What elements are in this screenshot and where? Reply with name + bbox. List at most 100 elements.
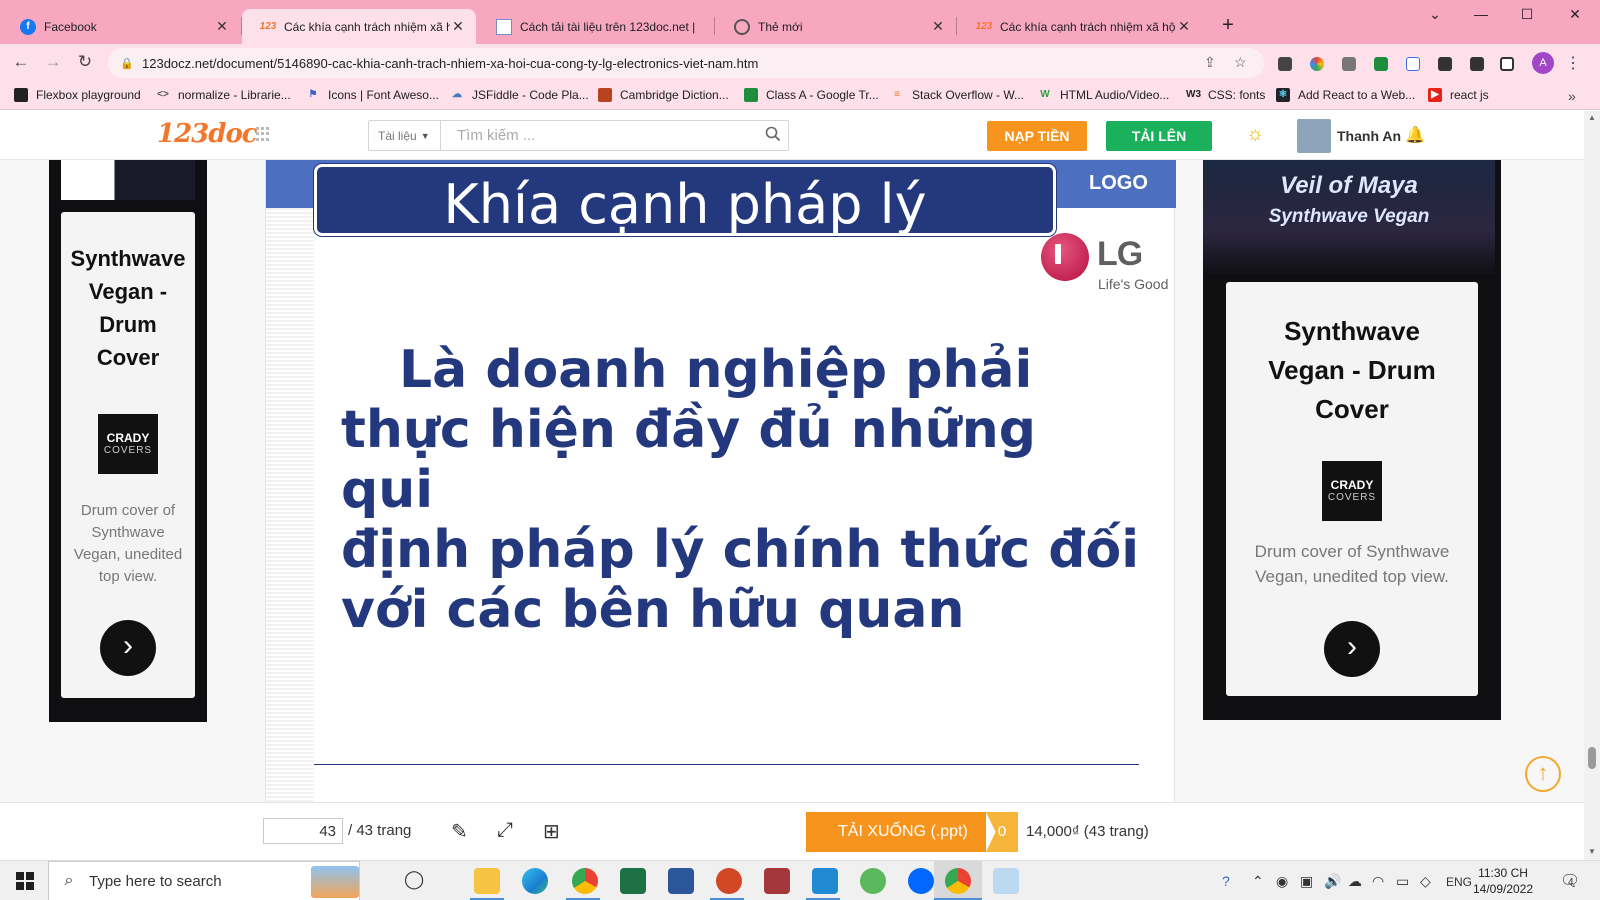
site-logo[interactable]: 123doc xyxy=(157,119,258,149)
url-text[interactable]: 123docz.net/document/5146890-cac-khia-ca… xyxy=(142,56,758,71)
sheets-extension-icon[interactable] xyxy=(1374,57,1388,71)
windows-start-icon[interactable] xyxy=(16,872,34,890)
bell-icon[interactable]: 🔔 xyxy=(1405,125,1425,145)
search-input[interactable] xyxy=(441,121,758,150)
volume-icon[interactable]: 🔊 xyxy=(1324,873,1341,890)
camera-extension-icon[interactable] xyxy=(1342,57,1356,71)
app-green-icon[interactable] xyxy=(860,868,886,894)
chrome-menu-icon[interactable]: ⋮ xyxy=(1565,53,1581,73)
taskbar-clock[interactable]: 11:30 CH 14/09/2022 xyxy=(1472,865,1534,897)
close-tab-icon[interactable]: ✕ xyxy=(1176,18,1192,35)
ad-description: Drum cover of Synthwave Vegan, unedited … xyxy=(73,502,183,585)
wifi-icon[interactable]: ◠ xyxy=(1372,873,1384,890)
tab-search-icon[interactable]: ⌄ xyxy=(1412,6,1458,26)
top-up-button[interactable]: NẠP TIỀN xyxy=(987,121,1087,151)
bookmark-font-awesome[interactable]: ⚑ Icons | Font Aweso... xyxy=(306,88,439,102)
access-icon[interactable] xyxy=(764,868,790,894)
bookmark-label: HTML Audio/Video... xyxy=(1060,88,1170,102)
dropbox-icon[interactable]: ◇ xyxy=(1420,873,1431,890)
excel-icon[interactable] xyxy=(620,868,646,894)
bookmark-jsfiddle[interactable]: ☁ JSFiddle - Code Pla... xyxy=(450,88,589,102)
close-tab-icon[interactable]: ✕ xyxy=(450,18,466,35)
avatar[interactable] xyxy=(1297,119,1331,153)
share-icon[interactable]: ⇪ xyxy=(1204,54,1216,71)
record-icon[interactable]: ◉ xyxy=(1276,873,1288,890)
battery-icon[interactable]: ▭ xyxy=(1396,873,1409,890)
add-collection-icon[interactable]: ⊞ xyxy=(543,819,560,844)
chrome-icon[interactable] xyxy=(572,868,598,894)
close-tab-icon[interactable]: ✕ xyxy=(930,18,946,35)
color-picker-extension-icon[interactable] xyxy=(1310,57,1324,71)
maximize-button[interactable]: ☐ xyxy=(1504,6,1550,26)
word-icon[interactable] xyxy=(668,868,694,894)
category-dropdown[interactable]: Tài liệu ▼ xyxy=(369,121,441,150)
bookmarks-overflow-icon[interactable]: » xyxy=(1568,88,1576,104)
chevron-right-icon[interactable]: › xyxy=(1324,621,1380,677)
edge-icon[interactable] xyxy=(522,868,548,894)
onedrive-icon[interactable]: ☁ xyxy=(1348,873,1362,890)
notification-center-icon[interactable]: 🗨 4 xyxy=(1560,871,1580,891)
notepad-icon[interactable] xyxy=(993,868,1019,894)
input-language[interactable]: ENG xyxy=(1446,875,1472,889)
minimize-button[interactable]: — xyxy=(1458,6,1504,26)
bookmark-react-js[interactable]: ▶ react js xyxy=(1428,88,1489,102)
scroll-to-top-button[interactable]: ↑ xyxy=(1525,756,1561,792)
page-number-input[interactable] xyxy=(263,818,343,844)
scroll-thumb[interactable] xyxy=(1588,747,1596,769)
ad-card[interactable]: Synthwave Vegan - Drum Cover CRADY COVER… xyxy=(1226,282,1478,696)
left-ad[interactable]: Synthwave Vegan - Drum Cover CRADY COVER… xyxy=(49,160,207,722)
back-button[interactable]: ← xyxy=(10,52,32,72)
profile-avatar[interactable]: A xyxy=(1532,52,1554,74)
bookmark-add-react[interactable]: ⚛ Add React to a Web... xyxy=(1276,88,1415,102)
bookmark-html-audio-video[interactable]: W HTML Audio/Video... xyxy=(1038,88,1169,102)
tab-active-document[interactable]: 123 Các khía cạnh trách nhiệm xã hội ✕ xyxy=(242,9,476,44)
side-panel-icon[interactable] xyxy=(1500,57,1514,71)
bookmark-css-fonts[interactable]: W3 CSS: fonts xyxy=(1186,88,1265,102)
upload-button[interactable]: TẢI LÊN xyxy=(1106,121,1212,151)
file-explorer-icon[interactable] xyxy=(474,868,500,894)
bookmark-normalize[interactable]: <> normalize - Librarie... xyxy=(156,88,291,102)
b-extension-icon[interactable] xyxy=(1406,57,1420,71)
new-tab-button[interactable]: + xyxy=(1218,14,1238,37)
extensions-puzzle-icon[interactable] xyxy=(1470,57,1484,71)
apps-grid-icon[interactable] xyxy=(256,127,270,141)
bookmark-flexbox-playground[interactable]: Flexbox playground xyxy=(14,88,141,102)
zalo-icon[interactable] xyxy=(908,868,934,894)
forward-button[interactable]: → xyxy=(42,52,64,72)
address-bar[interactable]: 🔒 123docz.net/document/5146890-cac-khia-… xyxy=(108,48,1264,78)
search-icon[interactable] xyxy=(758,126,788,145)
taskbar-search[interactable]: ⌕ Type here to search xyxy=(48,861,360,900)
powerpoint-icon[interactable] xyxy=(716,868,742,894)
vscode-icon[interactable] xyxy=(812,868,838,894)
close-window-button[interactable]: ✕ xyxy=(1552,6,1598,26)
extension-cast-icon[interactable] xyxy=(1278,57,1292,71)
tab-download-guide[interactable]: Cách tải tài liệu trên 123doc.net | xyxy=(478,9,714,44)
scroll-up-arrow-icon[interactable]: ▲ xyxy=(1588,113,1596,122)
right-ad[interactable]: Veil of Maya Synthwave Vegan Synthwave V… xyxy=(1203,160,1501,720)
tab-facebook[interactable]: f Facebook ✕ xyxy=(2,9,240,44)
chrome-active-icon[interactable] xyxy=(945,868,971,894)
ad-card[interactable]: Synthwave Vegan - Drum Cover CRADY COVER… xyxy=(61,212,195,698)
bookmark-stack-overflow[interactable]: ≡ Stack Overflow - W... xyxy=(890,88,1024,102)
help-icon[interactable]: ? xyxy=(1222,873,1230,889)
download-button[interactable]: TẢI XUỐNG (.ppt) xyxy=(806,812,986,852)
tab-document-duplicate[interactable]: 123 Các khía cạnh trách nhiệm xã hội ✕ xyxy=(958,9,1202,44)
fullscreen-icon[interactable]: ⤢ xyxy=(497,819,513,842)
close-tab-icon[interactable]: ✕ xyxy=(214,18,230,35)
scroll-down-arrow-icon[interactable]: ▼ xyxy=(1588,847,1596,856)
annotate-icon[interactable]: ✎ xyxy=(451,819,468,844)
chevron-right-icon[interactable]: › xyxy=(100,620,156,676)
reload-button[interactable]: ↻ xyxy=(74,52,96,72)
bookmark-cambridge-dictionary[interactable]: Cambridge Diction... xyxy=(598,88,729,102)
page-scrollbar[interactable]: ▲ ▼ xyxy=(1584,111,1600,860)
task-view-icon[interactable]: ◯ xyxy=(404,869,424,890)
user-name[interactable]: Thanh An xyxy=(1337,128,1401,144)
lock-icon[interactable]: 🔒 xyxy=(120,57,134,70)
show-hidden-icons-chevron-icon[interactable]: ⌃ xyxy=(1252,873,1264,890)
meet-icon[interactable]: ▣ xyxy=(1300,873,1313,890)
bookmark-star-icon[interactable]: ☆ xyxy=(1234,54,1247,71)
clipboard-extension-icon[interactable] xyxy=(1438,57,1452,71)
theme-sun-icon[interactable]: ☼ xyxy=(1246,123,1264,146)
tab-new-tab[interactable]: Thẻ mới ✕ xyxy=(716,9,956,44)
bookmark-google-classroom[interactable]: Class A - Google Tr... xyxy=(744,88,879,102)
